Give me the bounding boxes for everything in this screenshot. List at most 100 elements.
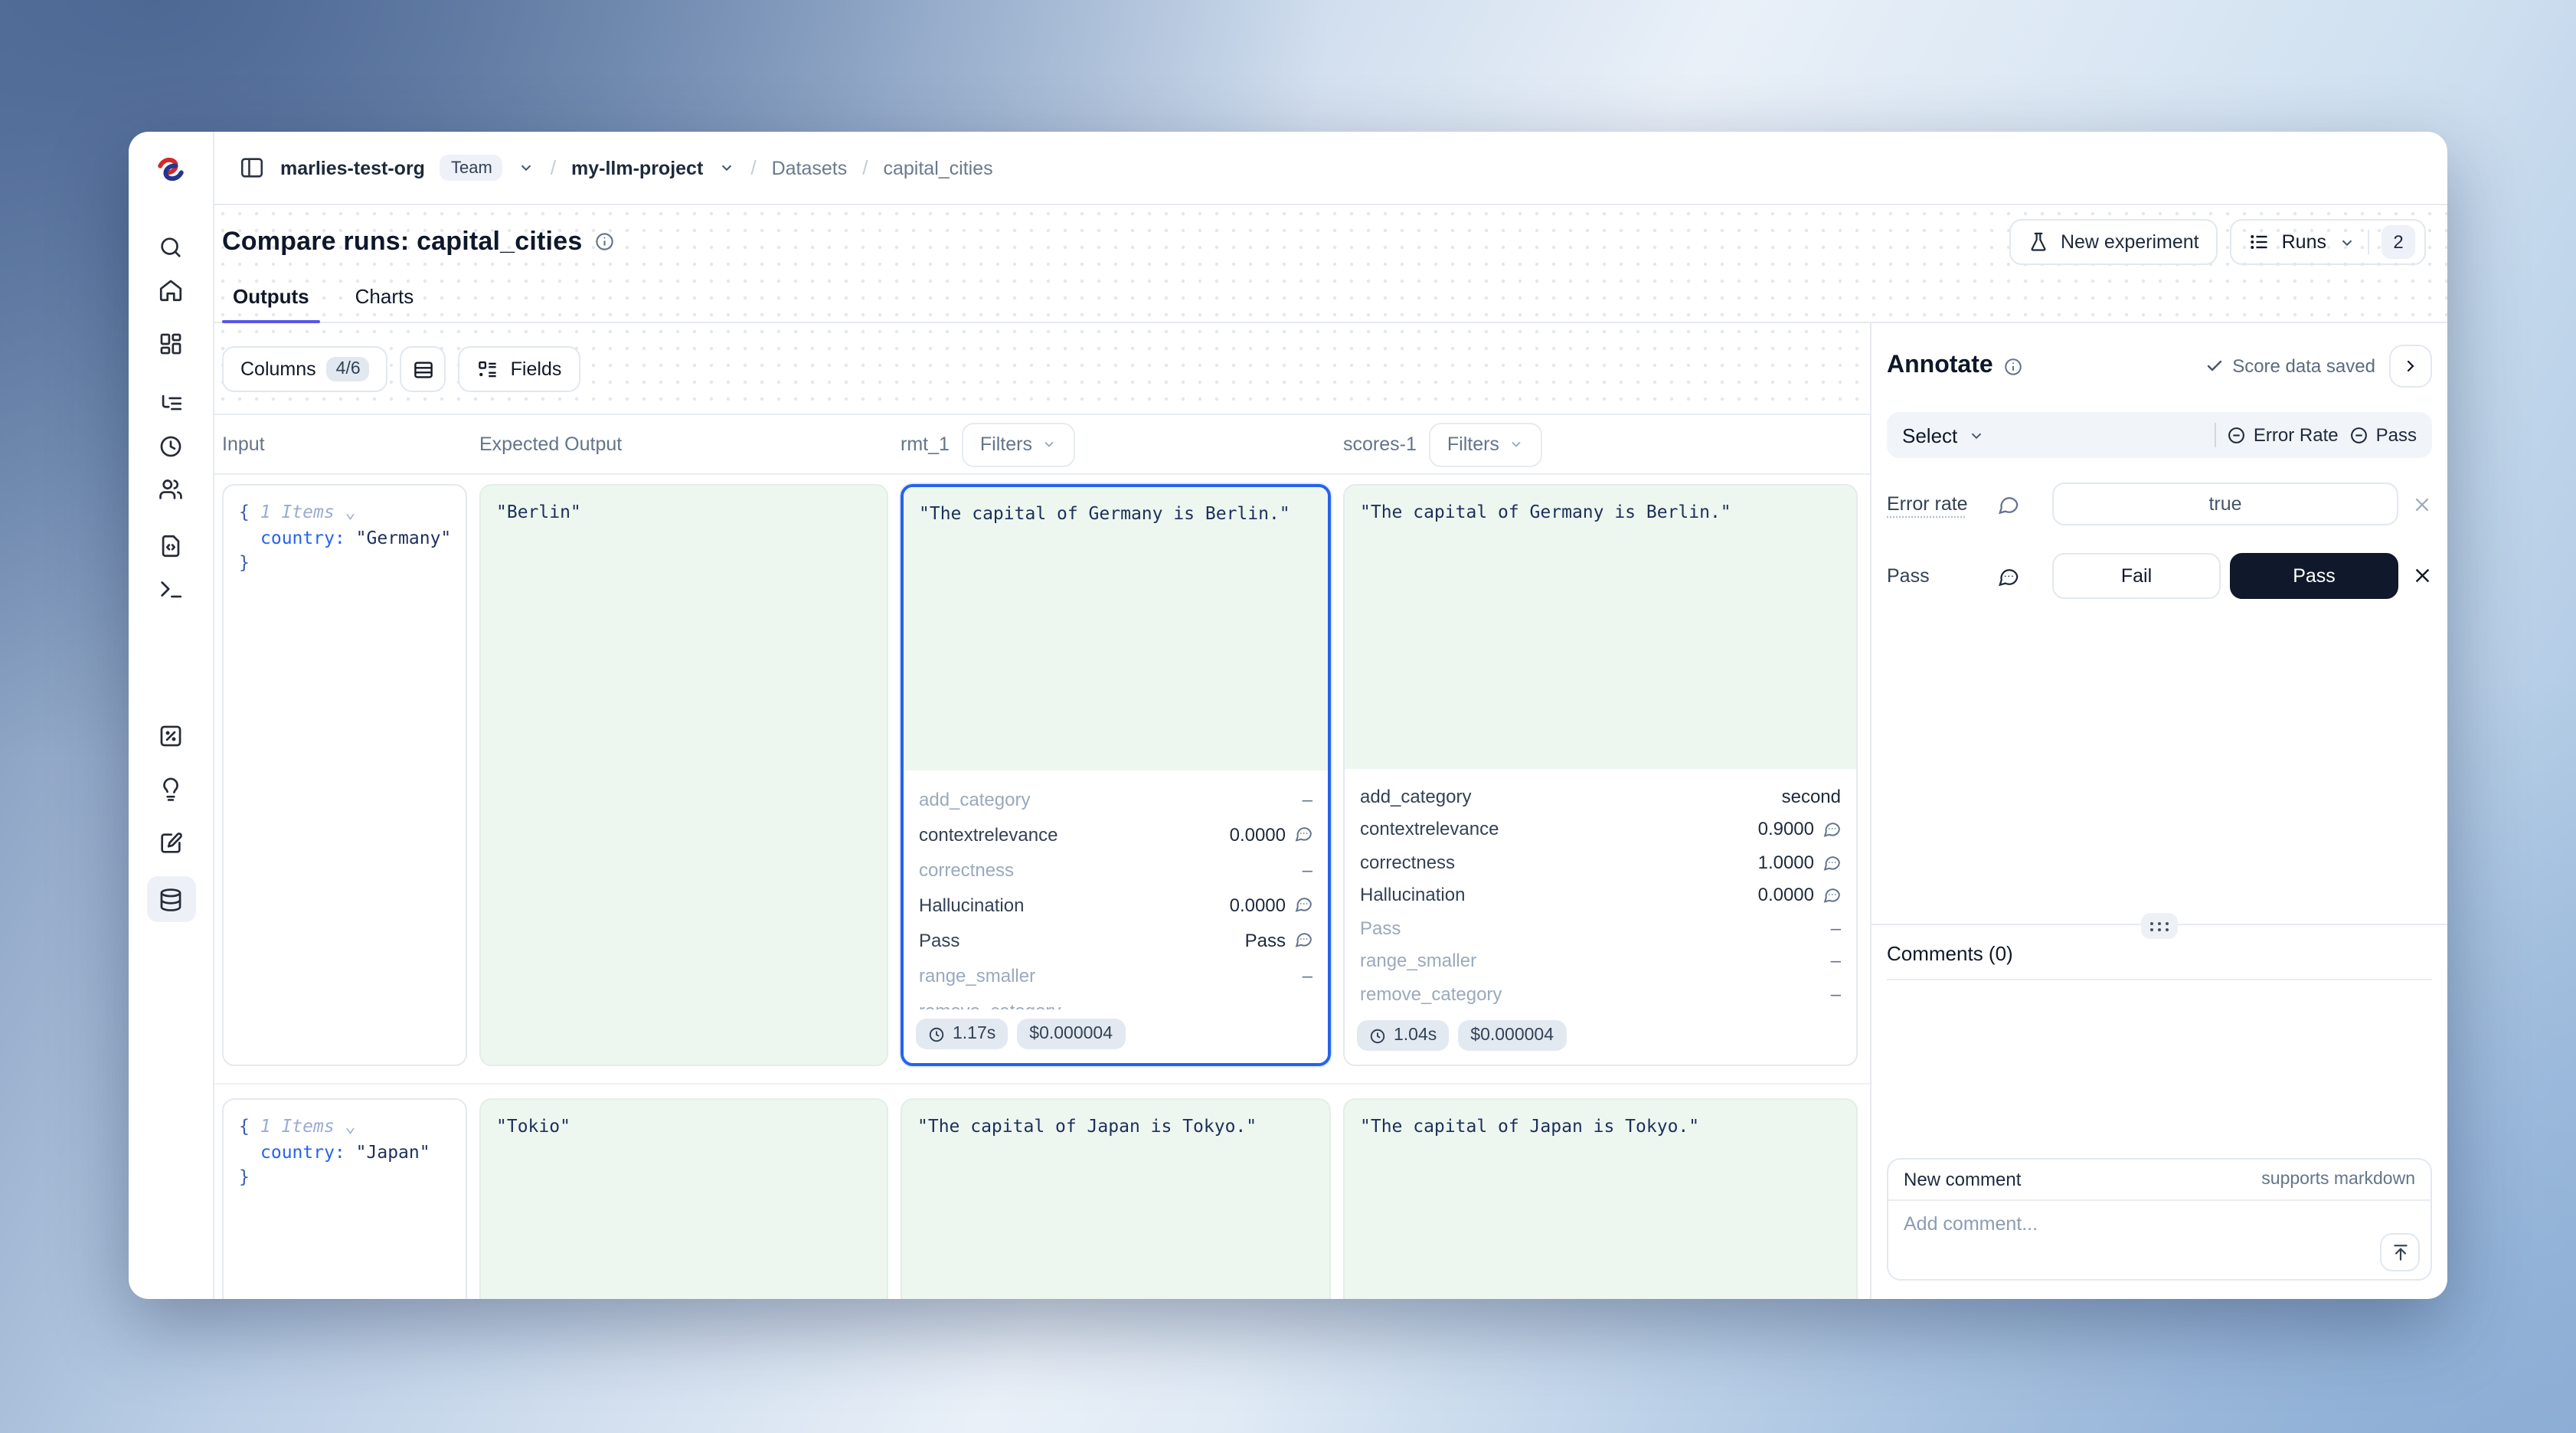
sessions-icon[interactable] [149,426,192,466]
pass-button[interactable]: Pass [2230,553,2398,599]
json-items-toggle[interactable]: 1 Items ⌄ [260,501,356,522]
info-icon[interactable] [2004,356,2024,376]
playground-icon[interactable] [149,568,192,608]
fields-label: Fields [511,358,562,380]
page-head: Compare runs: capital_cities New experim… [214,205,2447,323]
expected-output-cell[interactable]: "Tokio" [479,1098,888,1299]
score-row: PassPass [919,922,1313,957]
dashboard-icon[interactable] [149,323,192,363]
panel-divider [1872,924,2447,925]
error-rate-value-input[interactable] [2052,483,2398,525]
json-key: country: [260,526,345,548]
score-chip-error-rate[interactable]: Error Rate [2227,424,2339,446]
columns-button[interactable]: Columns 4/6 [222,346,388,392]
sidebar [129,205,214,1299]
json-items-toggle[interactable]: 1 Items ⌄ [260,1115,356,1137]
run-output-text: "The capital of Germany is Berlin." [904,487,1328,770]
score-value: second [1782,786,1841,807]
fail-button[interactable]: Fail [2052,553,2221,599]
new-experiment-button[interactable]: New experiment [2010,219,2218,265]
tab-outputs[interactable]: Outputs [222,285,320,322]
drag-handle[interactable] [2141,913,2178,939]
home-icon[interactable] [149,270,192,309]
annotate-score-row: Error rate [1887,483,2432,525]
chevron-down-icon[interactable] [718,159,735,176]
clear-score-icon[interactable] [2398,566,2432,587]
breadcrumb-org[interactable]: marlies-test-org [280,157,425,178]
input-cell[interactable]: { 1 Items ⌄ country: "Germany" } [222,484,467,1066]
comment-bubble-icon[interactable] [1822,820,1841,839]
json-value: "Japan" [356,1140,430,1162]
comment-bubble-icon[interactable] [1293,931,1313,950]
score-row: contextrelevance0.0000 [919,816,1313,852]
clock-icon [1369,1027,1386,1044]
comment-bubble-icon[interactable] [1822,852,1841,872]
table-body: { 1 Items ⌄ country: "Germany" } "Berlin… [214,475,1870,1299]
expected-output-cell[interactable]: "Berlin" [479,484,888,1066]
datasets-icon[interactable] [146,876,195,922]
info-icon[interactable] [594,232,615,253]
breadcrumb-separator: / [551,156,556,179]
run1-cell-selected[interactable]: "The capital of Germany is Berlin." add_… [901,484,1331,1066]
latency-badge: 1.17s [916,1019,1008,1049]
run2-cell[interactable]: "The capital of Japan is Tokyo." [1343,1098,1858,1299]
comment-bubble-icon[interactable] [1293,895,1313,914]
breadcrumb-datasets[interactable]: Datasets [772,157,848,178]
insights-icon[interactable] [149,769,192,809]
breadcrumb-project[interactable]: my-llm-project [571,157,703,178]
chevron-down-icon[interactable] [518,159,535,176]
score-value: Pass [1245,929,1286,950]
columns-count-badge: 4/6 [327,357,370,381]
desktop-backdrop: marlies-test-org Team / my-llm-project /… [0,0,2576,1433]
score-list: add_categorysecondcontextrelevance0.9000… [1345,769,1856,1011]
collapse-panel-button[interactable] [2389,345,2432,388]
comment-bubble-icon[interactable] [1997,492,2052,515]
column-header-input[interactable]: Input [222,433,467,455]
tracing-icon[interactable] [149,383,192,423]
score-name: add_category [1360,786,1471,807]
column-header-run1[interactable]: rmt_1 [901,433,950,455]
new-comment-title: New comment [1904,1169,2021,1190]
content-region: Compare runs: capital_cities New experim… [214,205,2447,1299]
runs-button[interactable]: Runs 2 [2230,219,2426,265]
comment-bubble-icon[interactable] [1822,885,1841,905]
column-header-expected[interactable]: Expected Output [479,433,888,455]
runs-count-badge[interactable]: 2 [2381,225,2415,259]
table-row: { 1 Items ⌄ country: "Japan" } "Tokio" "… [214,1083,1870,1299]
score-config-select[interactable]: Select Error Rate Pass [1887,412,2432,458]
input-cell[interactable]: { 1 Items ⌄ country: "Japan" } [222,1098,467,1299]
clear-score-icon[interactable] [2398,494,2432,514]
submit-comment-button[interactable] [2380,1233,2420,1271]
score-label-pass: Pass [1887,565,1997,587]
run1-filters-button[interactable]: Filters [962,422,1075,466]
org-logo-cell [129,132,214,205]
list-icon [2248,231,2270,253]
org-logo-icon[interactable] [155,154,187,183]
score-label-error-rate: Error rate [1887,493,1997,515]
select-label: Select [1902,424,1957,447]
score-row: remove_category– [919,993,1313,1009]
column-header-run2[interactable]: scores-1 [1343,433,1417,455]
score-chip-pass[interactable]: Pass [2349,424,2417,446]
latency-badge: 1.04s [1357,1020,1449,1051]
json-value: "Germany" [356,526,452,548]
comment-bubble-icon[interactable] [1293,825,1313,844]
clock-icon [928,1026,945,1042]
fields-button[interactable]: Fields [459,346,580,392]
annotation-queues-icon[interactable] [149,823,192,862]
users-icon[interactable] [149,469,192,509]
columns-label: Columns [240,358,316,380]
comment-bubble-dots-icon[interactable] [1997,564,2052,587]
row-height-button[interactable] [400,346,446,392]
prompts-icon[interactable] [149,525,192,565]
comment-textarea[interactable] [1888,1201,2431,1281]
run2-filters-button[interactable]: Filters [1429,422,1542,466]
run1-cell[interactable]: "The capital of Japan is Tokyo." [901,1098,1331,1299]
run2-cell[interactable]: "The capital of Germany is Berlin." add_… [1343,484,1858,1066]
scores-icon[interactable] [149,715,192,755]
sidebar-toggle-icon[interactable] [239,155,265,181]
score-value: – [1831,918,1841,939]
search-icon[interactable] [149,227,192,267]
tab-charts[interactable]: Charts [345,285,425,322]
breadcrumb-dataset[interactable]: capital_cities [884,157,993,178]
